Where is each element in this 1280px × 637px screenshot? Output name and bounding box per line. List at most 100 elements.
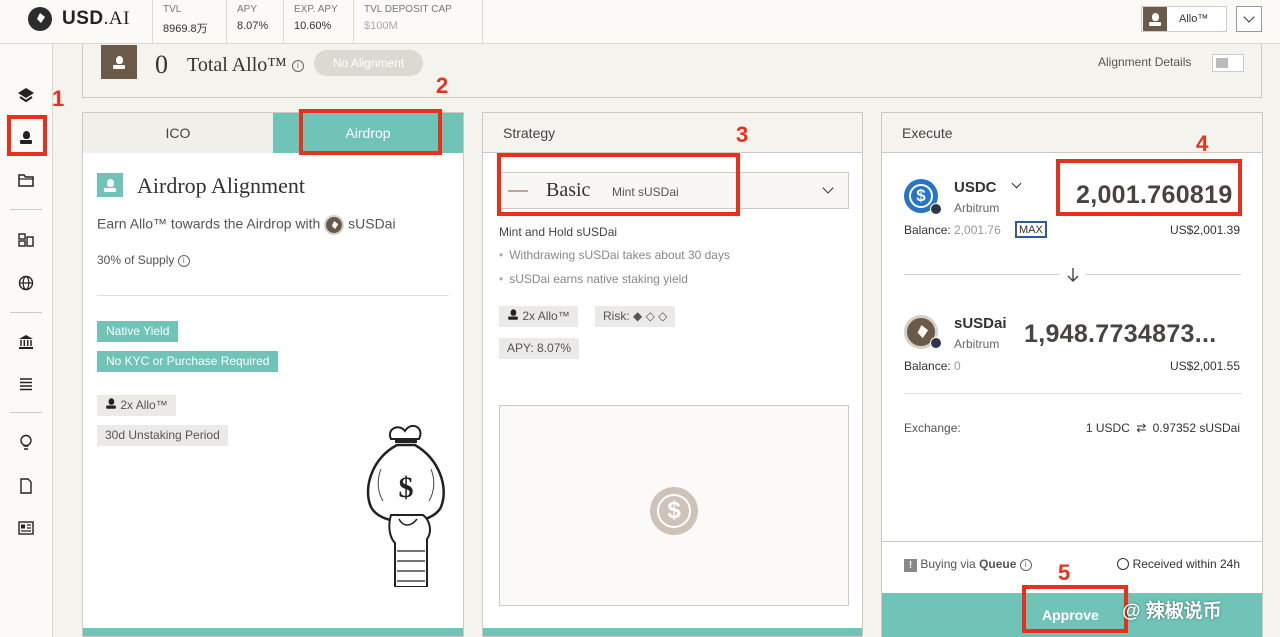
logo-text: USD.AI [62,8,130,29]
chevron-down-icon[interactable] [1011,178,1022,189]
exchange-rate: 1 USDC ⇄ 0.97352 sUSDai [1085,421,1240,435]
buying-method: ! Buying via Queue i [904,557,1032,572]
stat-tvl: TVL 8969.8万 [152,0,226,44]
multiplier-tag: 2x Allo™ [97,395,176,416]
multiplier-tag: 2x Allo™ [499,306,578,327]
sidebar-divider [10,209,42,210]
strategy-image-area: $ [499,405,849,606]
allo-icon [1143,7,1167,31]
allo-icon [97,173,123,197]
strategy-bullet: Withdrawing sUSDai takes about 30 days [499,248,730,262]
divider [904,274,1059,275]
arbitrum-icon [930,203,942,215]
sidebar-item-list[interactable] [12,370,40,398]
wifi-icon [18,88,34,103]
stat-value: 8969.8万 [163,23,208,35]
usdai-logo-icon [28,7,52,31]
newspaper-icon [18,521,34,535]
sidebar-divider [10,412,42,413]
bank-icon [19,335,33,349]
info-icon[interactable]: i [1019,558,1032,571]
sidebar-item-docs[interactable] [12,472,40,500]
info-icon[interactable]: i [177,254,190,267]
lightbulb-icon [20,434,32,450]
from-usd-value: US$2,001.39 [1169,223,1240,237]
info-icon[interactable]: i [291,60,304,73]
watermark: @ 辣椒说币 [1122,601,1222,622]
exchange-label: Exchange: [904,421,961,435]
arrow-down-icon[interactable] [1066,267,1080,283]
tab-ico[interactable]: ICO [83,113,273,153]
sidebar-item-portfolio[interactable] [12,166,40,194]
annotation-box-1 [7,115,47,156]
total-allo-title: Total Allo™ i [187,54,304,77]
from-token-name[interactable]: USDC [954,179,997,196]
dashboard-icon [18,233,34,247]
alignment-details-label: Alignment Details [1098,55,1192,69]
panel-bottom-bar [83,628,463,636]
account-button[interactable]: Allo™ [1141,6,1227,32]
stat-value: $100M [364,20,398,32]
received-time: Received within 24h [1116,557,1240,571]
sidebar-item-bank[interactable] [12,328,40,356]
strategy-description-title: Mint and Hold sUSDai [499,225,618,239]
allo-icon [101,45,137,79]
chevron-down-icon [822,182,834,194]
annotation-box-3 [497,153,740,216]
tag-no-kyc: No KYC or Purchase Required [97,351,279,372]
annotation-box-5 [1022,585,1128,633]
risk-tag: Risk: ◆ ◇ ◇ [595,306,676,327]
sidebar-item-ideas[interactable] [12,429,40,457]
svg-text:$: $ [399,471,414,504]
stat-label: APY [237,4,258,15]
divider [904,393,1242,394]
sidebar-item-news[interactable] [12,514,40,542]
folder-icon [18,174,34,187]
arbitrum-icon [930,337,942,349]
divider [882,541,1262,542]
divider [1086,274,1241,275]
panel-header: Strategy [483,113,862,153]
to-balance: Balance: 0 [904,359,961,373]
panel-bottom-bar [483,628,862,636]
logo[interactable]: USD.AI [28,7,130,31]
total-allo-value: 0 [155,50,168,79]
annotation-number-5: 5 [1058,560,1071,585]
to-usd-value: US$2,001.55 [1169,359,1240,373]
airdrop-panel: ICO Airdrop Airdrop Alignment Earn Allo™… [82,112,464,637]
document-icon [20,478,32,494]
money-bag-illustration: $ [366,424,445,587]
allo-icon [508,309,518,320]
allo-icon [106,398,116,409]
list-icon [20,378,32,391]
strategy-bullet: sUSDai earns native staking yield [499,272,688,286]
susdai-coin-icon [324,215,345,235]
to-amount: 1,948.7734873... [1024,320,1217,348]
sidebar-divider [10,312,42,313]
sidebar-item-globe[interactable] [12,269,40,297]
stat-value: 8.07% [237,20,269,32]
usd-coin-icon: $ [650,487,698,535]
annotation-number-2: 2 [436,73,449,98]
alignment-details-toggle[interactable] [1212,54,1244,72]
earn-description: Earn Allo™ towards the Airdrop with sUSD… [97,215,396,235]
top-bar: USD.AI TVL 8969.8万 APY 8.07% EXP. APY 10… [0,0,1280,44]
annotation-number-1: 1 [52,86,65,111]
annotation-box-2 [299,109,442,155]
stat-apy: APY 8.07% [226,0,283,44]
globe-icon [18,275,34,291]
risk-indicator: ◆ ◇ ◇ [633,309,668,323]
account-dropdown-button[interactable] [1236,6,1262,32]
to-network: Arbitrum [954,337,1000,351]
sidebar-item-dashboard[interactable] [12,226,40,254]
panel-title: Airdrop Alignment [137,173,306,198]
stat-tvl-cap: TVL DEPOSIT CAP $100M [353,0,483,44]
stat-label: EXP. APY [294,4,338,15]
swap-icon[interactable]: ⇄ [1136,421,1146,435]
clock-icon [1116,558,1129,570]
sidebar-item-home[interactable] [12,81,40,109]
chevron-down-icon [1243,11,1255,23]
stat-exp-apy: EXP. APY 10.60% [283,0,353,44]
max-button[interactable]: MAX [1015,221,1047,238]
annotation-number-4: 4 [1196,131,1209,156]
